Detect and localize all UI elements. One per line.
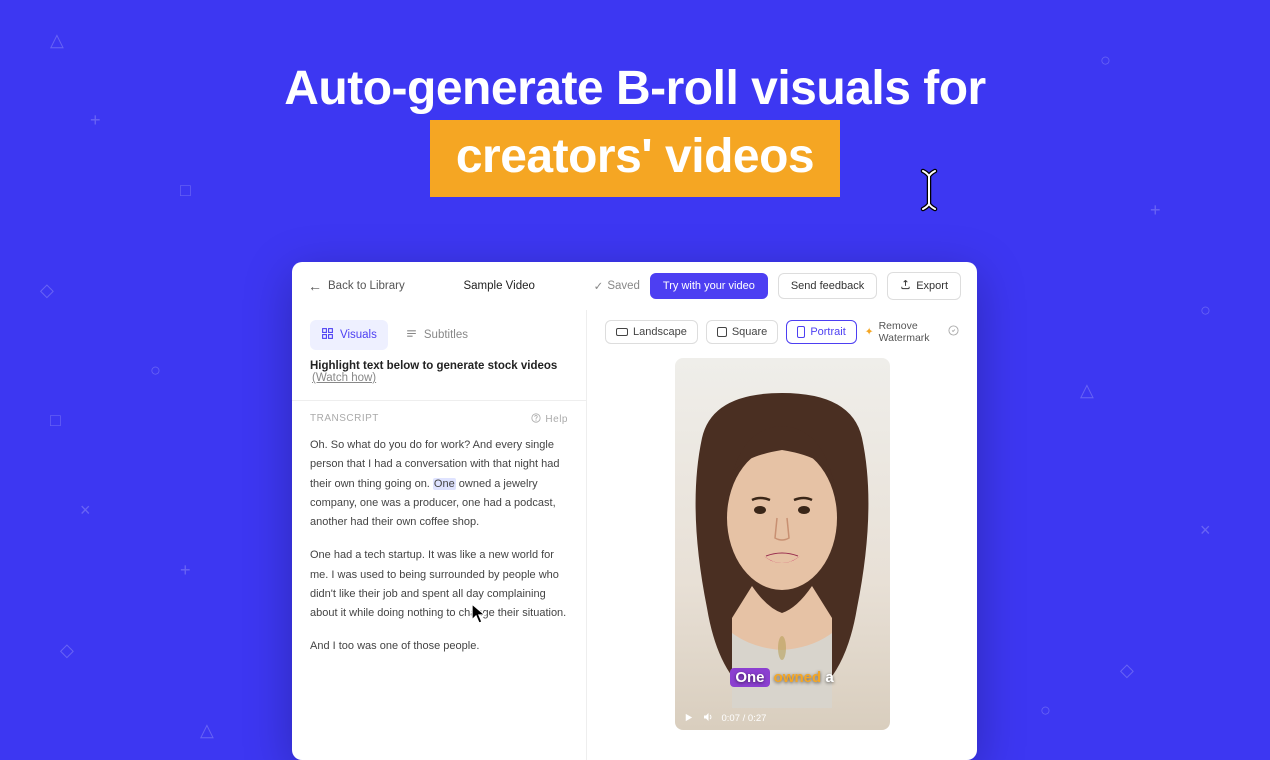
hero-line1: Auto-generate B-roll visuals for xyxy=(284,62,985,115)
transcript-body[interactable]: Oh. So what do you do for work? And ever… xyxy=(310,436,568,671)
square-icon xyxy=(717,327,727,337)
tab-visuals[interactable]: Visuals xyxy=(310,320,388,350)
person-placeholder xyxy=(682,388,882,708)
sparkle-icon: ✦ xyxy=(865,326,874,338)
video-caption: One owned a xyxy=(675,669,890,686)
saved-indicator: ✓ Saved xyxy=(594,279,640,293)
highlighted-word: One xyxy=(433,478,456,490)
check-icon: ✓ xyxy=(594,279,604,293)
visuals-icon xyxy=(321,327,334,343)
back-label: Back to Library xyxy=(328,280,405,292)
video-preview[interactable]: One owned a 0:07 / 0:27 xyxy=(675,358,890,730)
info-icon xyxy=(948,325,959,339)
subtitles-icon xyxy=(405,327,418,343)
hero-headline: Auto-generate B-roll visuals for creator… xyxy=(0,58,1270,197)
transcript-p2[interactable]: One had a tech startup. It was like a ne… xyxy=(310,546,568,623)
back-to-library[interactable]: ← Back to Library xyxy=(308,279,405,293)
export-button[interactable]: Export xyxy=(887,272,961,300)
landscape-icon xyxy=(616,328,628,336)
arrow-left-icon: ← xyxy=(308,279,322,293)
transcript-p1[interactable]: Oh. So what do you do for work? And ever… xyxy=(310,436,568,532)
send-feedback-button[interactable]: Send feedback xyxy=(778,273,877,299)
remove-watermark-link[interactable]: ✦ Remove Watermark xyxy=(865,320,959,344)
right-panel: Landscape Square Portrait ✦ Remove Water… xyxy=(587,310,977,760)
portrait-icon xyxy=(797,326,805,338)
mouse-cursor-icon xyxy=(470,602,488,626)
text-cursor-icon xyxy=(915,168,945,212)
transcript-p3[interactable]: And I too was one of those people. xyxy=(310,637,568,656)
aspect-portrait[interactable]: Portrait xyxy=(786,320,856,344)
tab-subtitles[interactable]: Subtitles xyxy=(394,320,479,350)
transcript-label: TRANSCRIPT xyxy=(310,413,379,426)
help-link[interactable]: Help xyxy=(531,413,568,426)
app-window: ← Back to Library Sample Video ✓ Saved T… xyxy=(292,262,977,760)
try-with-video-button[interactable]: Try with your video xyxy=(650,273,768,299)
playbar-time: 0:07 / 0:27 xyxy=(722,713,767,724)
video-title: Sample Video xyxy=(463,280,534,292)
instruction-text: Highlight text below to generate stock v… xyxy=(310,360,568,384)
topbar: ← Back to Library Sample Video ✓ Saved T… xyxy=(292,262,977,310)
aspect-square[interactable]: Square xyxy=(706,320,778,344)
export-icon xyxy=(900,279,911,293)
playbar: 0:07 / 0:27 xyxy=(683,711,767,726)
hero-highlight: creators' videos xyxy=(430,120,840,196)
watch-how-link[interactable]: (Watch how) xyxy=(312,372,376,384)
help-icon xyxy=(531,413,541,426)
play-icon[interactable] xyxy=(683,712,694,726)
volume-icon[interactable] xyxy=(702,711,714,726)
aspect-landscape[interactable]: Landscape xyxy=(605,320,698,344)
left-panel: Visuals Subtitles Highlight text below t… xyxy=(292,310,587,760)
